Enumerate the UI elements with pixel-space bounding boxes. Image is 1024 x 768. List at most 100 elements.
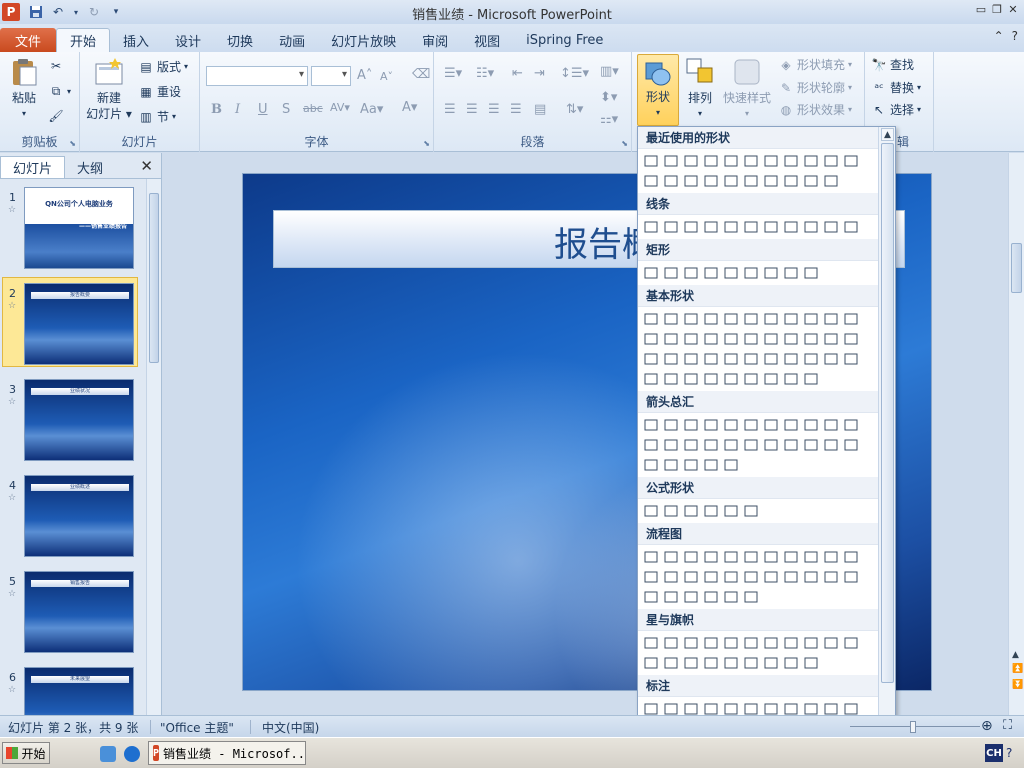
shape-option[interactable]: [761, 547, 781, 567]
shape-option[interactable]: [701, 633, 721, 653]
shadow-icon[interactable]: S: [282, 102, 290, 117]
quick-launch-ie-icon[interactable]: [100, 746, 116, 762]
slide-thumbnail-5[interactable]: 5 ☆ 销售报告: [0, 569, 146, 659]
shape-option[interactable]: [701, 329, 721, 349]
theme-name[interactable]: "Office 主题": [160, 719, 234, 736]
shape-option[interactable]: [721, 653, 741, 673]
text-direction-icon[interactable]: ⇅▾: [566, 102, 583, 117]
thumbnail-scroll-thumb[interactable]: [149, 193, 159, 363]
shape-option[interactable]: [661, 633, 681, 653]
shape-option[interactable]: [701, 263, 721, 283]
shape-option[interactable]: [641, 349, 661, 369]
redo-icon[interactable]: ↻: [86, 4, 102, 20]
tab-animations[interactable]: 动画: [266, 28, 318, 52]
shape-option[interactable]: [841, 567, 861, 587]
save-icon[interactable]: [28, 4, 44, 20]
reset-button[interactable]: ▦ 重设: [138, 83, 181, 100]
underline-icon[interactable]: U: [258, 102, 268, 117]
shape-option[interactable]: [721, 217, 741, 237]
shape-option[interactable]: [661, 567, 681, 587]
shape-option[interactable]: [821, 567, 841, 587]
shape-option[interactable]: [721, 349, 741, 369]
shape-option[interactable]: [801, 567, 821, 587]
editor-scroll-thumb[interactable]: [1011, 243, 1022, 293]
shape-option[interactable]: [841, 329, 861, 349]
shape-option[interactable]: [721, 455, 741, 475]
bullets-icon[interactable]: ☰▾: [444, 66, 462, 81]
shape-option[interactable]: [701, 415, 721, 435]
tab-review[interactable]: 审阅: [409, 28, 461, 52]
shape-option[interactable]: [661, 547, 681, 567]
shape-option[interactable]: [721, 587, 741, 607]
customize-toolbar-icon[interactable]: ▾: [108, 4, 124, 20]
shape-option[interactable]: [641, 415, 661, 435]
shape-option[interactable]: [841, 309, 861, 329]
shape-option[interactable]: [841, 415, 861, 435]
shape-option[interactable]: [821, 151, 841, 171]
shape-option[interactable]: [701, 217, 721, 237]
shape-option[interactable]: [641, 587, 661, 607]
shape-option[interactable]: [781, 435, 801, 455]
cut-button[interactable]: ✂: [48, 58, 64, 74]
shape-option[interactable]: [821, 633, 841, 653]
shape-option[interactable]: [721, 415, 741, 435]
tab-transitions[interactable]: 切换: [214, 28, 266, 52]
taskbar-item-powerpoint[interactable]: P 销售业绩 - Microsof...: [148, 741, 306, 765]
shape-option[interactable]: [641, 455, 661, 475]
shape-option[interactable]: [781, 547, 801, 567]
shape-option[interactable]: [701, 309, 721, 329]
thumbnail-scrollbar[interactable]: [146, 179, 161, 715]
shape-option[interactable]: [661, 455, 681, 475]
shape-option[interactable]: [801, 349, 821, 369]
grow-font-icon[interactable]: A˄: [357, 68, 372, 83]
zoom-slider-knob[interactable]: [910, 721, 916, 733]
shape-option[interactable]: [701, 547, 721, 567]
shape-option[interactable]: [681, 369, 701, 389]
shape-option[interactable]: [781, 329, 801, 349]
shape-option[interactable]: [781, 349, 801, 369]
shape-fill-button[interactable]: ◈ 形状填充 ▾: [778, 56, 852, 73]
shape-option[interactable]: [821, 329, 841, 349]
shape-option[interactable]: [821, 309, 841, 329]
shrink-font-icon[interactable]: A˅: [380, 70, 393, 83]
shape-option[interactable]: [761, 171, 781, 191]
shape-option[interactable]: [741, 547, 761, 567]
shape-option[interactable]: [661, 587, 681, 607]
slide-thumbnail-2-selected[interactable]: 2 ☆ 报告概要: [0, 277, 146, 371]
tab-insert[interactable]: 插入: [110, 28, 162, 52]
shape-option[interactable]: [721, 435, 741, 455]
ime-help-icon[interactable]: ?: [1006, 746, 1012, 760]
shape-option[interactable]: [681, 349, 701, 369]
shape-option[interactable]: [661, 415, 681, 435]
tab-outline-panel[interactable]: 大纲: [65, 156, 115, 178]
paste-button[interactable]: 粘贴 ▾: [6, 56, 42, 122]
align-right-icon[interactable]: ☰: [488, 102, 500, 117]
shape-option[interactable]: [741, 369, 761, 389]
shape-option[interactable]: [741, 415, 761, 435]
font-color-icon[interactable]: A▾: [402, 100, 417, 115]
shape-option[interactable]: [701, 567, 721, 587]
undo-icon[interactable]: ↶: [50, 4, 66, 20]
shape-option[interactable]: [801, 309, 821, 329]
font-size-combo[interactable]: [311, 66, 351, 86]
shape-option[interactable]: [701, 369, 721, 389]
start-button[interactable]: 开始: [2, 742, 50, 764]
select-button[interactable]: ↖ 选择 ▾: [871, 101, 921, 118]
shape-option[interactable]: [761, 329, 781, 349]
shape-option[interactable]: [661, 151, 681, 171]
shape-option[interactable]: [801, 547, 821, 567]
shape-option[interactable]: [801, 435, 821, 455]
font-family-combo[interactable]: [206, 66, 308, 86]
shape-option[interactable]: [841, 217, 861, 237]
close-icon[interactable]: ✕: [1006, 2, 1020, 16]
shape-option[interactable]: [721, 369, 741, 389]
quick-launch-browser-icon[interactable]: [124, 746, 140, 762]
shape-option[interactable]: [841, 151, 861, 171]
shape-option[interactable]: [761, 435, 781, 455]
shape-option[interactable]: [681, 329, 701, 349]
strikethrough-icon[interactable]: abc: [303, 102, 323, 115]
shape-option[interactable]: [781, 217, 801, 237]
clear-format-icon[interactable]: ⌫: [412, 67, 430, 82]
paste-dropdown-icon[interactable]: ▾: [22, 106, 26, 122]
bold-icon[interactable]: B: [211, 102, 222, 117]
